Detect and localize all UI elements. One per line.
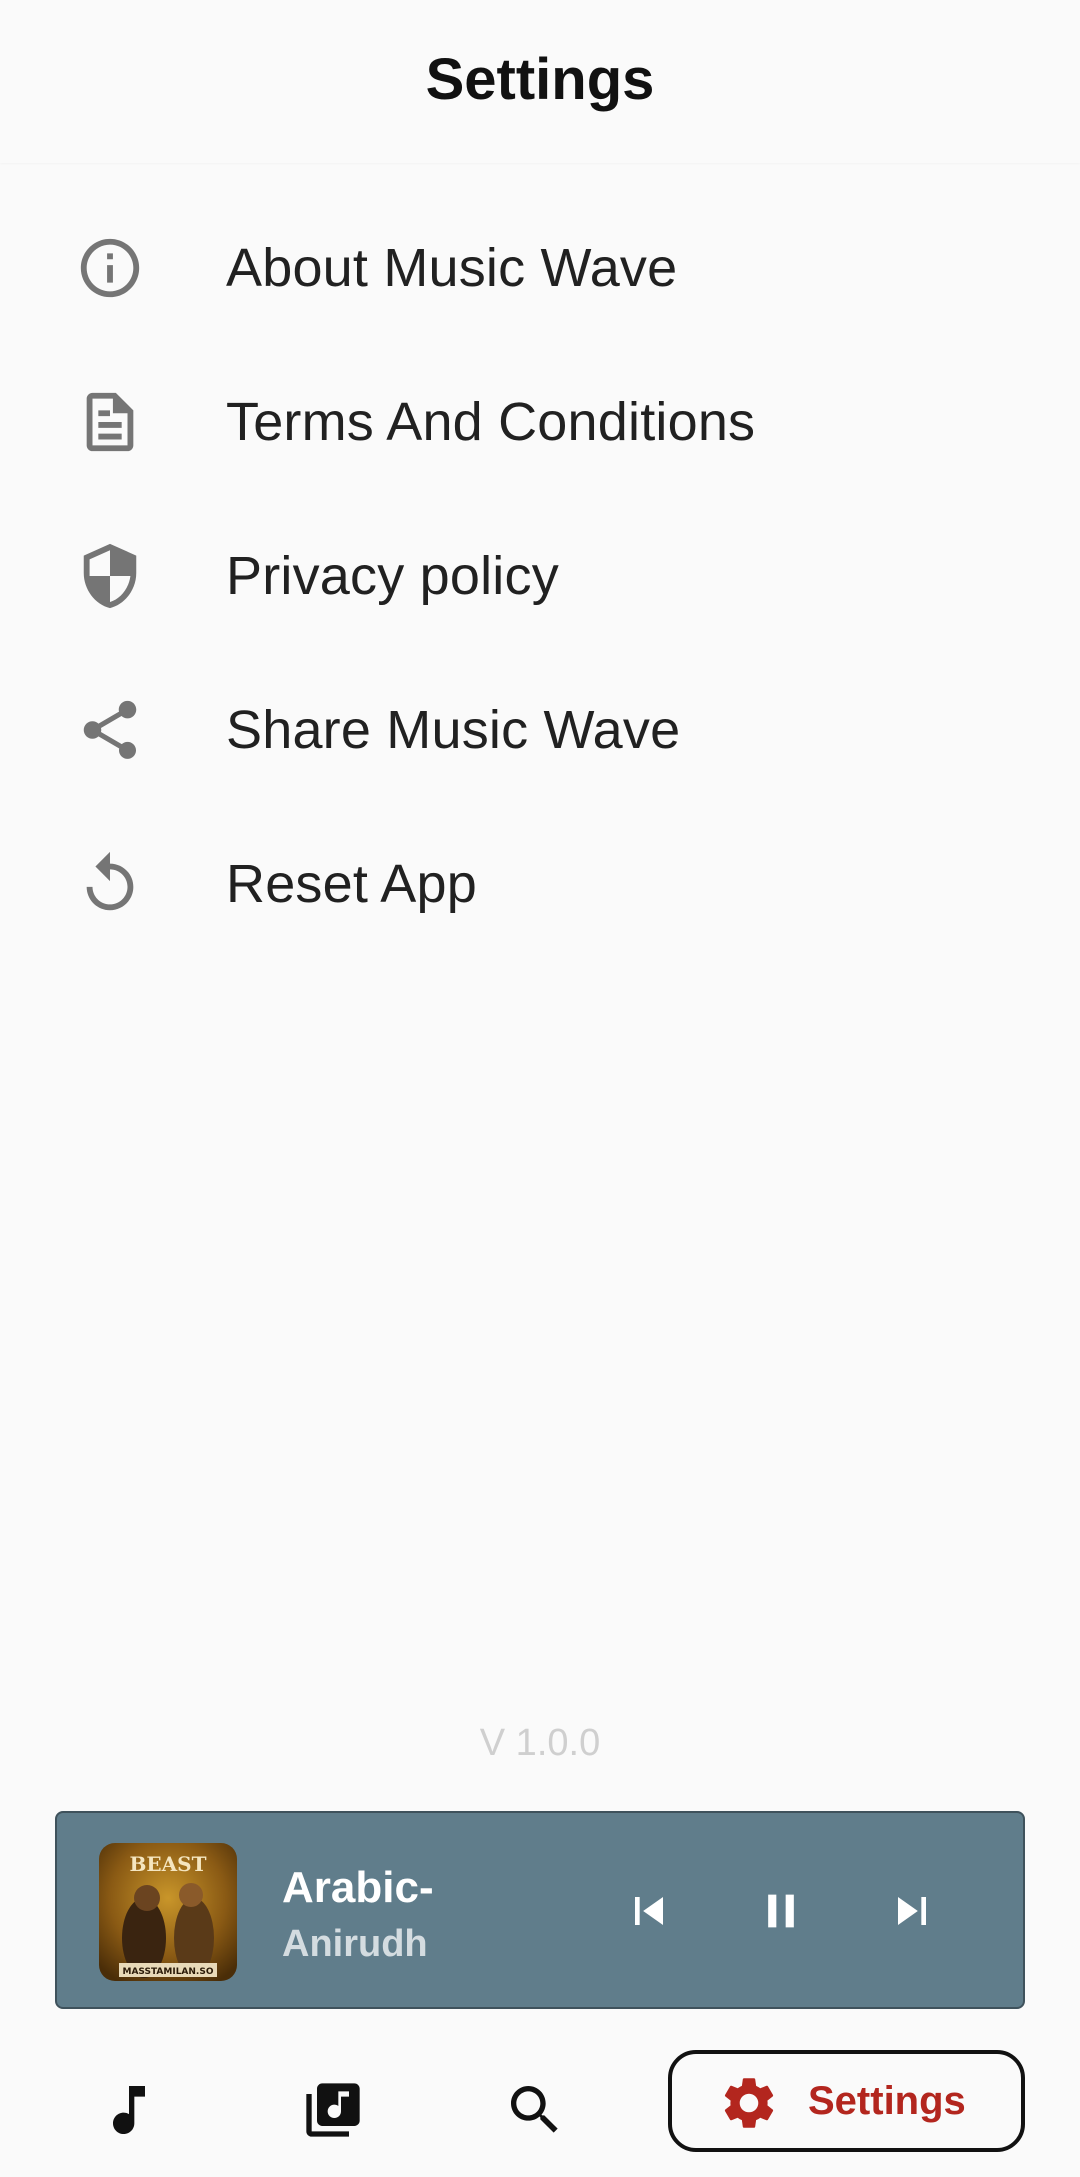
document-icon xyxy=(75,387,145,457)
settings-item-share[interactable]: Share Music Wave xyxy=(0,653,1080,807)
app-version: V 1.0.0 xyxy=(479,1722,601,1764)
settings-item-label: Reset App xyxy=(226,854,477,914)
settings-item-label: Share Music Wave xyxy=(226,700,681,760)
nav-search-tab[interactable] xyxy=(495,2070,575,2150)
nav-settings-tab[interactable]: Settings xyxy=(668,2050,1025,2152)
album-watermark: MASSTAMILAN.SO xyxy=(123,1967,214,1977)
next-button[interactable] xyxy=(880,1879,944,1943)
pause-icon xyxy=(768,1894,794,1928)
settings-item-label: About Music Wave xyxy=(226,238,678,298)
app-bar: Settings xyxy=(0,0,1080,163)
album-brand-text: BEAST xyxy=(130,1852,207,1876)
nav-songs-tab[interactable] xyxy=(89,2070,169,2150)
settings-item-reset[interactable]: Reset App xyxy=(0,807,1080,961)
settings-gear-icon xyxy=(724,2078,774,2128)
share-icon xyxy=(75,695,145,765)
info-icon xyxy=(75,233,145,303)
page-title: Settings xyxy=(425,47,655,112)
pause-button[interactable] xyxy=(749,1879,813,1943)
nav-settings-label: Settings xyxy=(808,2079,966,2123)
settings-item-privacy[interactable]: Privacy policy xyxy=(0,499,1080,653)
previous-button[interactable] xyxy=(617,1879,681,1943)
mini-player[interactable]: BEAST MASSTAMILAN.SO Arabic- Anirudh xyxy=(55,1811,1025,2009)
settings-item-label: Privacy policy xyxy=(226,546,559,606)
reset-icon xyxy=(75,849,145,919)
settings-item-about[interactable]: About Music Wave xyxy=(0,191,1080,345)
album-art[interactable]: BEAST MASSTAMILAN.SO xyxy=(99,1843,237,1981)
bottom-nav: Settings xyxy=(0,2040,1080,2177)
search-icon xyxy=(511,2086,558,2133)
track-title: Arabic- xyxy=(282,1863,434,1912)
music-note-icon xyxy=(113,2086,145,2134)
skip-previous-icon xyxy=(635,1897,663,1925)
settings-list: About Music Wave Terms And Conditions Pr… xyxy=(0,191,1080,961)
track-artist: Anirudh xyxy=(282,1923,428,1965)
settings-item-terms[interactable]: Terms And Conditions xyxy=(0,345,1080,499)
library-music-icon xyxy=(306,2083,360,2137)
nav-library-tab[interactable] xyxy=(293,2070,373,2150)
skip-next-icon xyxy=(898,1897,926,1925)
shield-icon xyxy=(75,541,145,611)
settings-item-label: Terms And Conditions xyxy=(226,392,756,452)
